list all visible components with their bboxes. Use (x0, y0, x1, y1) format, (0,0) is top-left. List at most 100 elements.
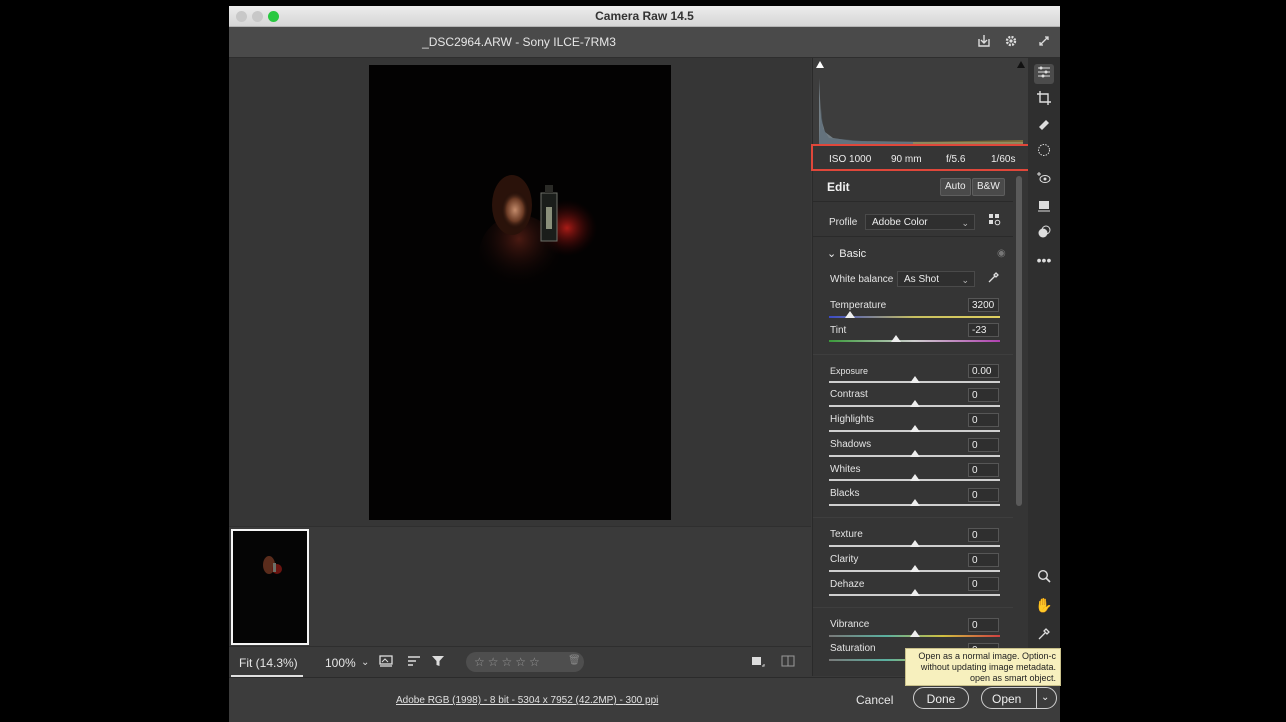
temperature-slider-thumb[interactable] (845, 311, 855, 318)
clarity-label: Clarity (830, 554, 859, 565)
whites-input[interactable]: 0 (968, 463, 999, 477)
shadows-input[interactable]: 0 (968, 438, 999, 452)
zoom-tool-icon[interactable] (1034, 568, 1054, 588)
exif-aperture: f/5.6 (946, 154, 966, 165)
divider (813, 517, 1013, 518)
workflow-options-link[interactable]: Adobe RGB (1998) - 8 bit - 5304 x 7952 (… (396, 695, 658, 706)
tool-strip: ••• ✋ (1028, 58, 1060, 676)
zoom-dropdown-chevron-icon[interactable]: ⌄ (361, 657, 369, 668)
profile-select[interactable]: Adobe Color ⌄ (865, 214, 975, 230)
texture-slider-thumb[interactable] (910, 540, 920, 547)
open-button-tooltip: Open as a normal image. Option-c without… (905, 648, 1061, 686)
whites-label: Whites (830, 464, 861, 475)
tooltip-line-3: open as smart object. (969, 673, 1056, 683)
red-eye-icon[interactable] (1034, 170, 1054, 190)
title-bar: Camera Raw 14.5 (229, 6, 1060, 27)
contrast-slider-thumb[interactable] (910, 400, 920, 407)
clarity-slider-thumb[interactable] (910, 565, 920, 572)
white-balance-value: As Shot (904, 274, 940, 285)
file-title: _DSC2964.ARW - Sony ILCE-7RM3 (422, 35, 616, 49)
whites-slider-thumb[interactable] (910, 474, 920, 481)
tint-slider[interactable] (829, 340, 1000, 342)
dehaze-slider-thumb[interactable] (910, 589, 920, 596)
exposure-slider-thumb[interactable] (910, 376, 920, 383)
chevron-down-icon: ⌄ (827, 248, 840, 260)
tint-slider-thumb[interactable] (891, 335, 901, 342)
blacks-input[interactable]: 0 (968, 488, 999, 502)
contrast-input[interactable]: 0 (968, 388, 999, 402)
cancel-button[interactable]: Cancel (856, 693, 893, 707)
blacks-slider-thumb[interactable] (910, 499, 920, 506)
divider (813, 201, 1013, 202)
done-button[interactable]: Done (913, 687, 969, 709)
vibrance-label: Vibrance (830, 619, 870, 630)
masking-icon[interactable] (1034, 142, 1054, 162)
profile-browser-icon[interactable] (985, 212, 1005, 232)
vibrance-input[interactable]: 0 (968, 618, 999, 632)
open-options-chevron-icon[interactable]: ⌄ (1036, 687, 1049, 709)
shadows-slider-thumb[interactable] (910, 450, 920, 457)
texture-input[interactable]: 0 (968, 528, 999, 542)
compare-view-icon[interactable] (781, 654, 795, 671)
image-canvas[interactable] (229, 58, 811, 526)
white-balance-label: White balance (830, 274, 894, 285)
sort-icon[interactable] (407, 654, 421, 671)
exif-iso: ISO 1000 (829, 154, 872, 165)
more-options-icon[interactable]: ••• (1034, 250, 1054, 270)
filmstrip-thumbnail[interactable] (231, 529, 309, 645)
camera-raw-window: Camera Raw 14.5 _DSC2964.ARW - Sony ILCE… (229, 6, 1060, 722)
sampler-tool-icon[interactable] (1034, 626, 1054, 646)
basic-section-toggle[interactable]: ⌄ Basic (827, 247, 866, 260)
profile-value: Adobe Color (872, 217, 928, 228)
tint-label: Tint (830, 325, 847, 336)
edit-sliders-icon[interactable] (1034, 64, 1054, 84)
healing-brush-icon[interactable] (1034, 116, 1054, 136)
chevron-down-icon: ⌄ (961, 218, 969, 228)
tooltip-line-1: Open as a normal image. Option-c (918, 651, 1056, 661)
trash-icon[interactable]: 🗑 (568, 655, 581, 666)
exif-shutter-speed: 1/60s (991, 154, 1016, 165)
exif-focal-length: 90 mm (891, 154, 922, 165)
save-image-icon[interactable] (976, 34, 992, 50)
open-button-label: Open (992, 692, 1022, 706)
hand-tool-icon[interactable]: ✋ (1034, 595, 1054, 615)
fullscreen-icon[interactable] (1036, 34, 1052, 50)
snapshots-icon[interactable] (1034, 198, 1054, 218)
contrast-label: Contrast (830, 389, 868, 400)
texture-label: Texture (830, 529, 863, 540)
visibility-eye-icon[interactable]: ◉ (997, 248, 1006, 259)
divider (813, 607, 1013, 608)
auto-button[interactable]: Auto (940, 178, 971, 196)
panel-scrollbar[interactable] (1016, 176, 1022, 506)
open-button[interactable]: Open ⌄ (981, 687, 1057, 709)
edit-header: Edit Auto B&W (813, 171, 1013, 201)
presets-icon[interactable] (1034, 224, 1054, 244)
exposure-input[interactable]: 0.00 (968, 364, 999, 378)
white-balance-select[interactable]: As Shot ⌄ (897, 271, 975, 287)
exif-info-bar: ISO 1000 90 mm f/5.6 1/60s (811, 144, 1030, 171)
gear-icon[interactable] (1003, 34, 1019, 50)
temperature-input[interactable]: 3200 (968, 298, 999, 312)
star-rating[interactable]: ☆☆☆☆☆ (466, 652, 584, 672)
filter-icon[interactable] (431, 654, 445, 671)
highlights-slider-thumb[interactable] (910, 425, 920, 432)
single-view-icon[interactable] (751, 654, 765, 671)
crop-icon[interactable] (1034, 90, 1054, 110)
dehaze-label: Dehaze (830, 579, 865, 590)
histogram (813, 58, 1028, 144)
eyedropper-icon[interactable] (983, 269, 1003, 289)
profile-label: Profile (829, 217, 858, 228)
zoom-100-button[interactable]: 100% (325, 656, 356, 670)
bw-button[interactable]: B&W (972, 178, 1005, 196)
filmstrip-view-icon[interactable] (379, 654, 395, 671)
highlights-input[interactable]: 0 (968, 413, 999, 427)
tint-input[interactable]: -23 (968, 323, 999, 337)
clarity-input[interactable]: 0 (968, 553, 999, 567)
edit-title: Edit (827, 180, 850, 194)
file-bar: _DSC2964.ARW - Sony ILCE-7RM3 (229, 27, 1060, 58)
dehaze-input[interactable]: 0 (968, 577, 999, 591)
fit-zoom-button[interactable]: Fit (14.3%) (239, 656, 298, 670)
bottom-toolbar: Fit (14.3%) 100% ⌄ ☆☆☆☆☆ 🗑 (229, 646, 811, 677)
vibrance-slider-thumb[interactable] (910, 630, 920, 637)
divider (813, 354, 1013, 355)
